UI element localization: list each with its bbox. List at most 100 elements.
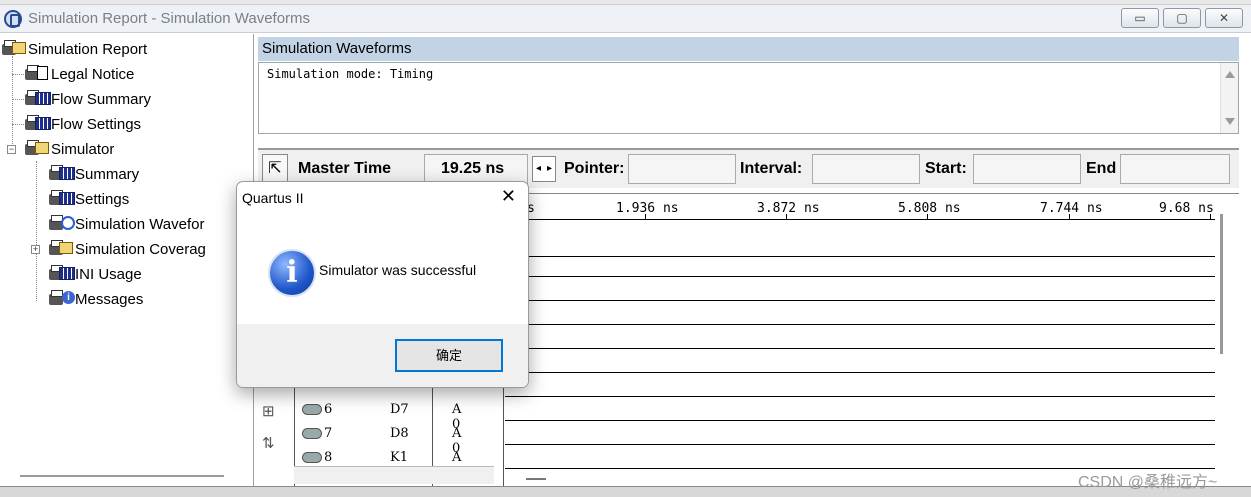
interval-field[interactable] <box>812 154 920 184</box>
tree-item-summary[interactable]: Summary <box>49 162 139 186</box>
scroll-up-icon[interactable] <box>1225 71 1235 78</box>
printer-folder-icon <box>49 240 73 257</box>
ruler-tick-label: 1.936 ns <box>616 201 679 216</box>
step-left-icon[interactable]: ◂ <box>533 157 544 181</box>
ruler-tick-label: 9.68 ns <box>1159 201 1214 216</box>
information-icon: i <box>268 249 316 297</box>
window-buttons: ▭ ▢ ✕ <box>1121 8 1243 28</box>
tree-guide <box>12 56 13 148</box>
tree-item-label: Flow Summary <box>51 90 152 108</box>
tree-item-label: Settings <box>75 190 130 208</box>
ruler-tick <box>927 214 928 219</box>
end-field[interactable] <box>1120 154 1230 184</box>
ruler-tick-label: 5.808 ns <box>898 201 961 216</box>
printer-table-icon <box>25 115 51 132</box>
master-time-value: 19.25 ns <box>441 160 505 177</box>
waveform-line <box>505 372 1215 373</box>
window-bottom-border <box>0 486 1251 497</box>
tree-item-legal-notice[interactable]: Legal Notice <box>25 62 134 86</box>
waveform-line <box>505 300 1215 301</box>
restore-button[interactable]: ▢ <box>1163 8 1201 28</box>
printer-folder-icon <box>2 40 26 57</box>
printer-table-icon <box>49 190 75 207</box>
simulation-mode-box: Simulation mode: Timing <box>258 62 1239 134</box>
scroll-down-icon[interactable] <box>1225 118 1235 125</box>
expand-icon[interactable]: + <box>31 245 40 254</box>
start-field[interactable] <box>973 154 1081 184</box>
pointer-tool-icon[interactable]: ⇱ <box>262 154 288 184</box>
tree-item-simulation-coverage[interactable]: Simulation Coverag <box>49 237 254 261</box>
start-label: Start: <box>925 160 967 177</box>
signal-number: 7 <box>324 426 333 441</box>
tree-item-label: INI Usage <box>75 265 142 283</box>
printer-document-icon <box>25 65 48 82</box>
tree-item-simulation-waveforms[interactable]: Simulation Wavefor <box>49 212 254 236</box>
ruler-tick <box>1069 214 1070 219</box>
signal-name: D7 <box>390 402 409 417</box>
panel-header: Simulation Waveforms <box>258 37 1239 61</box>
window-title: Simulation Report - Simulation Waveforms <box>28 10 311 27</box>
dialog-message: Simulator was successful <box>319 262 477 278</box>
step-right-icon[interactable]: ▸ <box>544 157 555 181</box>
waveform-line <box>505 444 1215 445</box>
group-icon[interactable]: ⊞ <box>262 402 275 420</box>
input-pin-icon <box>302 452 322 463</box>
printer-waveform-icon <box>49 215 75 232</box>
collapse-icon[interactable]: − <box>7 145 16 154</box>
ruler-tick <box>1210 214 1211 219</box>
tree-item-flow-summary[interactable]: Flow Summary <box>25 87 151 111</box>
signal-number: 8 <box>324 450 333 465</box>
printer-info-icon: i <box>49 290 75 307</box>
printer-table-icon <box>49 165 75 182</box>
tree-item-label: Simulation Wavefor <box>75 215 205 233</box>
tree-item-settings[interactable]: Settings <box>49 187 129 211</box>
tree-guide <box>12 99 24 100</box>
input-pin-icon <box>302 428 322 439</box>
waveform-line <box>505 256 1215 257</box>
ruler-tick <box>645 214 646 219</box>
interval-label: Interval: <box>740 160 803 177</box>
tree-item-label: Simulation Coverag <box>75 240 206 258</box>
waveform-scrollbar[interactable] <box>1220 214 1223 354</box>
dialog-close-icon[interactable]: ✕ <box>501 186 516 207</box>
waveform-hscroll-thumb[interactable] <box>526 478 546 480</box>
master-time-field[interactable]: 19.25 ns <box>424 154 528 184</box>
simulation-mode-text: Simulation mode: Timing <box>267 67 434 81</box>
tree-item-ini-usage[interactable]: INI Usage <box>49 262 142 286</box>
pointer-field[interactable] <box>628 154 736 184</box>
input-pin-icon <box>302 404 322 415</box>
printer-table-icon <box>49 265 75 282</box>
tree-item-simulator[interactable]: Simulator <box>25 137 114 161</box>
dialog-footer: 确定 <box>237 324 528 387</box>
pointer-label: Pointer: <box>564 160 625 177</box>
tree-item-label: Simulation Report <box>28 40 148 58</box>
time-step-buttons[interactable]: ◂ ▸ <box>532 156 556 182</box>
ruler-tick-label: 3.872 ns <box>757 201 820 216</box>
ruler-tick-label: 7.744 ns <box>1040 201 1103 216</box>
tree-guide <box>12 74 24 75</box>
tree-item-simulation-report[interactable]: Simulation Report <box>2 37 147 61</box>
report-tree: Simulation Report Legal Notice Flow Summ… <box>0 34 254 486</box>
signal-number: 6 <box>324 402 333 417</box>
tree-item-flow-settings[interactable]: Flow Settings <box>25 112 141 136</box>
tree-item-label: Flow Settings <box>51 115 142 133</box>
app-icon <box>4 9 22 28</box>
tree-item-messages[interactable]: i Messages <box>49 287 143 311</box>
ok-button[interactable]: 确定 <box>395 339 503 372</box>
signal-list-scrollbar[interactable] <box>294 466 494 484</box>
sort-icon[interactable]: ⇅ <box>262 434 275 452</box>
waveform-line <box>505 348 1215 349</box>
end-label: End <box>1086 160 1117 177</box>
time-ruler: s 1.936 ns 3.872 ns 5.808 ns 7.744 ns 9.… <box>505 194 1215 220</box>
tree-scrollbar[interactable] <box>20 475 224 477</box>
printer-table-icon <box>25 90 51 107</box>
window-titlebar: Simulation Report - Simulation Waveforms… <box>0 5 1251 33</box>
master-time-label: Master Time <box>298 160 392 177</box>
waveform-line <box>505 420 1215 421</box>
tree-guide <box>12 124 24 125</box>
signal-name: D8 <box>390 426 409 441</box>
close-button[interactable]: ✕ <box>1205 8 1243 28</box>
minimize-button[interactable]: ▭ <box>1121 8 1159 28</box>
message-dialog: Quartus II ✕ i Simulator was successful … <box>236 181 529 388</box>
mode-scrollbar[interactable] <box>1220 63 1238 133</box>
